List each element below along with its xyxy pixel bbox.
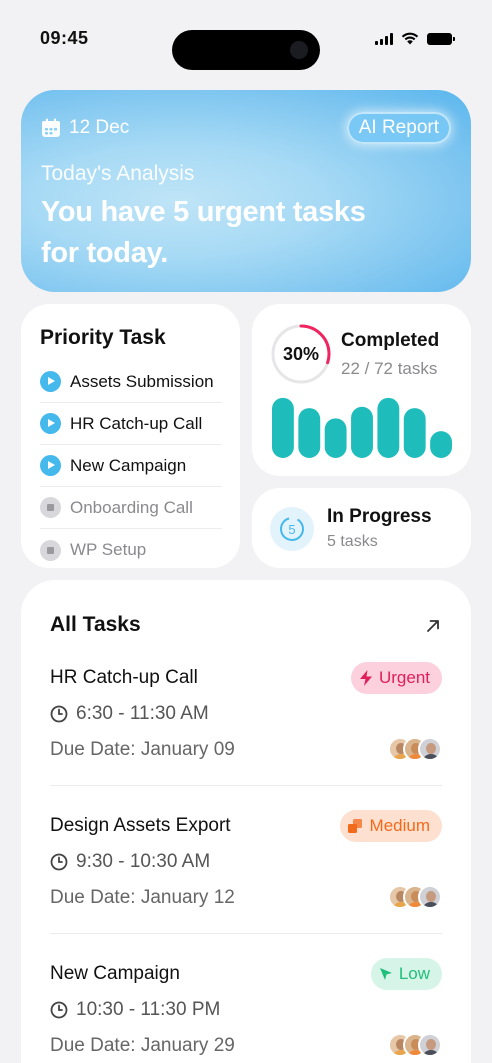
avatar: [418, 737, 442, 761]
analysis-hero-card: 12 Dec AI Report Today's Analysis You ha…: [21, 90, 471, 292]
priority-item-label: Assets Submission: [70, 371, 214, 391]
priority-title: Priority Task: [40, 326, 166, 349]
completion-bar-chart: [272, 397, 452, 458]
status-icons: [375, 32, 455, 45]
hero-date: 12 Dec: [41, 117, 129, 139]
task-due-date: Due Date: January 09: [50, 739, 235, 760]
completion-bar: [272, 397, 294, 458]
assignee-avatars: [388, 737, 442, 761]
dynamic-island: [172, 30, 320, 70]
completed-subtitle: 22 / 72 tasks: [341, 359, 438, 378]
in-progress-card[interactable]: 5 In Progress 5 tasks: [252, 488, 471, 568]
play-icon[interactable]: [40, 413, 61, 434]
stop-icon[interactable]: [40, 539, 61, 561]
wifi-icon: [401, 32, 419, 45]
assignee-avatars: [388, 885, 442, 909]
clock-icon: [50, 1001, 68, 1019]
task-time: 10:30 - 11:30 PM: [50, 999, 220, 1021]
all-tasks-card: All Tasks HR Catch-up Call Urgent 6:30 -…: [21, 580, 471, 1063]
avatar: [418, 885, 442, 909]
stop-icon[interactable]: [40, 497, 61, 518]
status-bar: 09:45: [0, 0, 492, 80]
task-time: 9:30 - 10:30 AM: [50, 851, 210, 873]
priority-badge-low: Low: [370, 958, 442, 990]
divider: [50, 785, 442, 786]
divider: [50, 933, 442, 934]
task-due-date: Due Date: January 12: [50, 887, 235, 908]
in-progress-title: In Progress: [327, 506, 432, 527]
priority-item-label: HR Catch-up Call: [70, 413, 203, 433]
priority-task-card: Priority Task Assets Submission HR Catch…: [21, 304, 240, 568]
task-item[interactable]: New Campaign Low 10:30 - 11:30 PM Due Da…: [50, 958, 442, 1063]
priority-item-label: WP Setup: [70, 540, 147, 559]
completion-bar: [377, 397, 400, 458]
assignee-avatars: [388, 1033, 442, 1057]
task-due-date: Due Date: January 29: [50, 1035, 235, 1056]
lightning-icon: [359, 670, 372, 686]
priority-badge-medium: Medium: [339, 810, 442, 842]
task-name: HR Catch-up Call: [50, 667, 198, 688]
task-item[interactable]: HR Catch-up Call Urgent 6:30 - 11:30 AM …: [50, 662, 442, 815]
completion-bar: [430, 431, 452, 458]
all-tasks-title: All Tasks: [50, 613, 141, 636]
task-time: 6:30 - 11:30 AM: [50, 703, 209, 725]
completion-bar: [298, 408, 321, 458]
priority-badge-urgent: Urgent: [350, 662, 442, 694]
status-time: 09:45: [40, 28, 89, 48]
priority-item[interactable]: Onboarding Call: [40, 487, 222, 529]
priority-list: Assets Submission HR Catch-up Call New C…: [40, 361, 222, 571]
task-name: Design Assets Export: [50, 815, 231, 836]
in-progress-subtitle: 5 tasks: [327, 533, 378, 550]
hero-subtitle: Today's Analysis: [41, 162, 195, 185]
stacked-squares-icon: [347, 819, 362, 833]
completion-ring: 30%: [270, 323, 332, 385]
priority-item-label: New Campaign: [70, 455, 187, 475]
avatar: [418, 1033, 442, 1057]
hero-headline: You have 5 urgent tasks for today.: [41, 196, 366, 269]
task-item[interactable]: Design Assets Export Medium 9:30 - 10:30…: [50, 810, 442, 963]
arrow-up-right-icon[interactable]: [423, 616, 443, 636]
play-icon[interactable]: [40, 371, 61, 392]
completion-bar: [324, 418, 347, 458]
completion-bar: [351, 406, 373, 458]
completion-bar: [403, 408, 426, 458]
task-name: New Campaign: [50, 963, 180, 984]
completed-card[interactable]: 30% Completed 22 / 72 tasks: [252, 304, 471, 476]
clock-icon: [50, 705, 68, 723]
priority-item-label: Onboarding Call: [70, 497, 193, 517]
clock-icon: [50, 853, 68, 871]
priority-item[interactable]: New Campaign: [40, 445, 222, 487]
hero-date-text: 12 Dec: [69, 117, 130, 138]
completion-percent: 30%: [282, 343, 320, 364]
ai-report-button[interactable]: AI Report: [346, 112, 451, 144]
priority-item[interactable]: HR Catch-up Call: [40, 403, 222, 445]
cursor-arrow-icon: [379, 968, 392, 980]
priority-item[interactable]: Assets Submission: [40, 361, 222, 403]
priority-item[interactable]: WP Setup: [40, 529, 222, 571]
svg-text:5: 5: [288, 522, 295, 537]
progress-icon: 5: [270, 507, 314, 551]
signal-icon: [375, 32, 393, 45]
completed-title: Completed: [341, 330, 440, 351]
battery-icon: [427, 32, 455, 45]
play-icon[interactable]: [40, 455, 61, 476]
calendar-icon: [42, 118, 60, 137]
